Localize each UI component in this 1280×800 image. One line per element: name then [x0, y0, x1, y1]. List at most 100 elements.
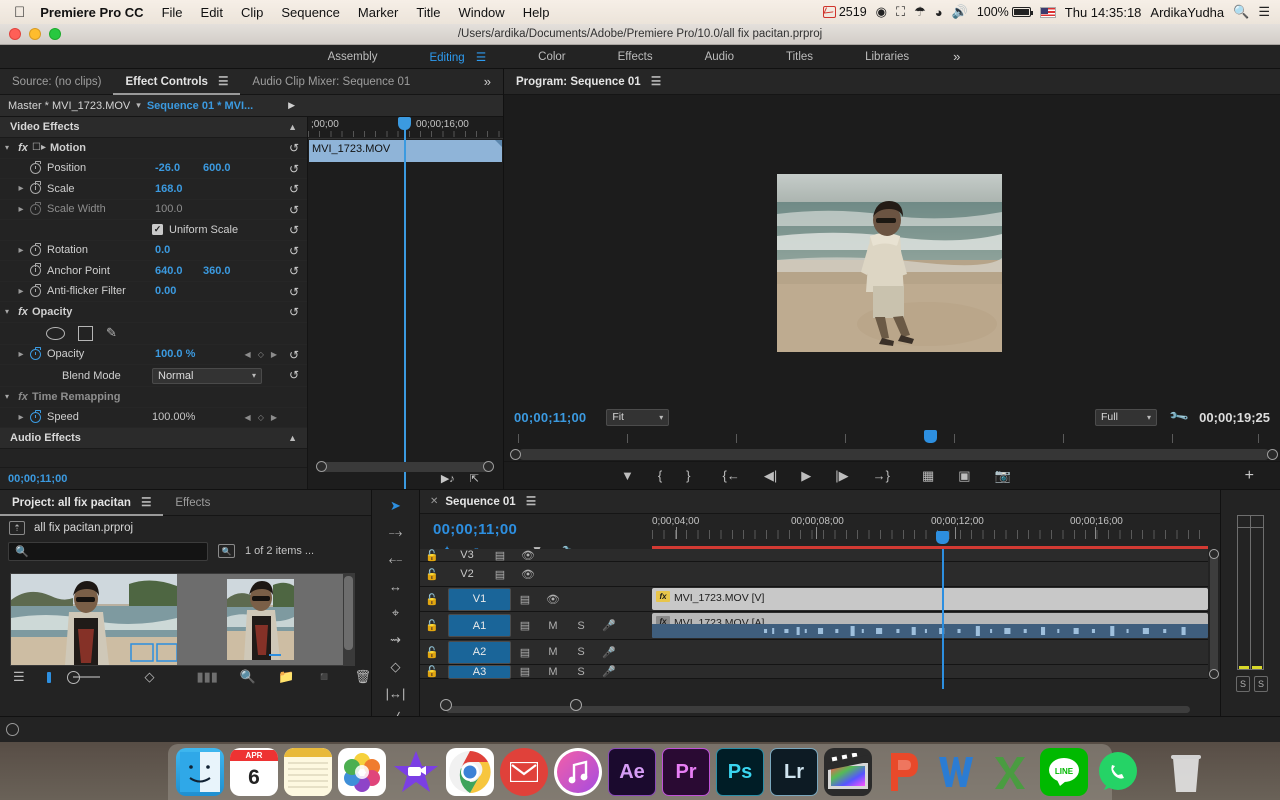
timeline-playhead[interactable]: [942, 549, 944, 689]
lock-icon[interactable]: 🔓: [420, 619, 444, 632]
position-value-y[interactable]: 600.0: [203, 162, 231, 174]
timeline-current-time[interactable]: 00;00;11;00: [420, 514, 652, 538]
us-flag-icon[interactable]: [1039, 6, 1056, 18]
loop-icon[interactable]: ⇱: [470, 472, 479, 485]
track-lane-V2[interactable]: [652, 562, 1208, 586]
ec-zoom-scrollbar[interactable]: [316, 461, 494, 472]
reset-icon[interactable]: ↺: [289, 162, 299, 176]
program-monitor-viewer[interactable]: 00;00;11;00 Fit ▾ Full ▾ 🔧 00;00;19;25: [504, 95, 1280, 430]
reset-icon[interactable]: ↺: [289, 285, 299, 299]
sequence-clip-label[interactable]: Sequence 01 * MVI...: [147, 100, 253, 112]
scrollbar-handle-top[interactable]: [1209, 549, 1219, 559]
clip-audio-1[interactable]: fx MVI_1723.MOV [A]: [652, 613, 1208, 638]
app-name-menu[interactable]: Premiere Pro CC: [38, 5, 152, 20]
track-name-A1[interactable]: A1: [448, 614, 511, 637]
track-V3[interactable]: 🔓 V3 ▤ 👁: [420, 549, 1208, 562]
eye-icon[interactable]: 👁: [514, 568, 542, 581]
dock-item-imovie[interactable]: [392, 748, 440, 796]
disclosure-icon[interactable]: ▾: [0, 143, 14, 152]
track-A2[interactable]: 🔓 A2 ▤ M S 🎤: [420, 640, 1208, 665]
dock-item-lightroom[interactable]: Lr: [770, 748, 818, 796]
dock-item-notes[interactable]: [284, 748, 332, 796]
dock-item-calendar[interactable]: APR 6: [230, 748, 278, 796]
effect-opacity[interactable]: ▾ fx Opacity ↺: [0, 302, 307, 323]
menu-marker[interactable]: Marker: [349, 5, 407, 20]
menu-help[interactable]: Help: [514, 5, 559, 20]
playback-resolution-select[interactable]: Full ▾: [1094, 408, 1157, 426]
lock-icon[interactable]: 🔓: [420, 549, 444, 562]
audio-effects-section-header[interactable]: Audio Effects ▲: [0, 428, 307, 449]
dock-item-trash[interactable]: [1162, 748, 1210, 796]
stopwatch-icon[interactable]: [30, 409, 41, 423]
ec-zoom-handle-right[interactable]: [483, 461, 494, 472]
slide-tool[interactable]: |↔|: [383, 686, 409, 701]
param-position[interactable]: Position -26.0 600.0 ↺: [0, 159, 307, 179]
anchor-point-value-x[interactable]: 640.0: [155, 265, 183, 277]
disclosure-icon[interactable]: ▾: [0, 392, 14, 401]
track-lane-V1[interactable]: fx MVI_1723.MOV [V]: [652, 587, 1208, 611]
dock-item-powerpoint[interactable]: [878, 748, 926, 796]
disclosure-icon[interactable]: ▸: [14, 286, 28, 297]
track-lane-V3[interactable]: [652, 549, 1208, 561]
tab-effects[interactable]: Effects: [163, 490, 222, 516]
param-anchor-point[interactable]: Anchor Point 640.0 360.0 ↺: [0, 261, 307, 282]
battery-status-item[interactable]: 100%: [977, 5, 1033, 19]
tab-audio-clip-mixer[interactable]: Audio Clip Mixer: Sequence 01: [240, 69, 422, 95]
param-speed[interactable]: ▸ Speed 100.00% ◀ ◇ ▶: [0, 408, 307, 428]
workspace-audio[interactable]: Audio: [679, 51, 760, 63]
stopwatch-icon[interactable]: [30, 242, 41, 256]
rate-stretch-tool[interactable]: ⇝: [383, 632, 409, 648]
workspace-titles[interactable]: Titles: [760, 51, 839, 63]
zoom-level-select[interactable]: Fit ▾: [606, 408, 670, 426]
reset-icon[interactable]: ↺: [289, 264, 299, 278]
track-name-A2[interactable]: A2: [448, 640, 511, 664]
ec-zoom-handle-left[interactable]: [316, 461, 327, 472]
blend-mode-select[interactable]: Normal ▾: [152, 367, 262, 384]
stopwatch-icon[interactable]: [30, 160, 41, 174]
disclosure-icon[interactable]: ▸: [14, 412, 28, 423]
workspace-menu-icon[interactable]: ☰: [476, 50, 486, 64]
opacity-value[interactable]: 100.0 %: [155, 348, 195, 360]
project-grid-scrollbar[interactable]: [343, 574, 354, 665]
disclosure-icon[interactable]: ▸: [14, 183, 28, 194]
apple-icon[interactable]: : [0, 5, 38, 20]
solo-track-icon[interactable]: S: [567, 666, 595, 678]
param-blend-mode[interactable]: Blend Mode Normal ▾ ↺: [0, 365, 307, 387]
stopwatch-icon[interactable]: [30, 201, 41, 215]
pen-mask-icon[interactable]: ✎: [106, 325, 117, 341]
find-icon[interactable]: 🔍: [240, 669, 256, 685]
scrollbar-handle-right[interactable]: [570, 699, 582, 711]
new-bin-icon[interactable]: 📁: [278, 669, 294, 685]
reset-icon[interactable]: ↺: [289, 305, 299, 319]
scale-value[interactable]: 168.0: [155, 183, 183, 195]
delete-icon[interactable]: 🗑: [354, 669, 371, 685]
menu-sequence[interactable]: Sequence: [272, 5, 349, 20]
timeline-playhead-knob[interactable]: [936, 531, 949, 544]
eye-icon[interactable]: 👁: [514, 549, 542, 562]
track-name-V3[interactable]: V3: [448, 549, 486, 562]
lock-icon[interactable]: 🔓: [420, 665, 444, 678]
track-V2[interactable]: 🔓 V2 ▤ 👁: [420, 562, 1208, 587]
menu-title[interactable]: Title: [407, 5, 449, 20]
param-scale-width[interactable]: ▸ Scale Width 100.0 ↺: [0, 200, 307, 220]
dock-item-photos[interactable]: [338, 748, 386, 796]
scrollbar-handle-left[interactable]: [440, 699, 452, 711]
dock-item-after-effects[interactable]: Ae: [608, 748, 656, 796]
automate-to-sequence-icon[interactable]: ▮▮▮: [196, 669, 217, 685]
disclosure-icon[interactable]: ▾: [0, 307, 14, 316]
eye-icon[interactable]: 👁: [539, 593, 567, 606]
target-track-icon[interactable]: ▤: [511, 646, 539, 659]
rectangle-mask-icon[interactable]: [78, 325, 93, 341]
dock-item-finder[interactable]: [176, 748, 224, 796]
workspace-overflow-icon[interactable]: »: [935, 49, 978, 64]
ripple-edit-tool[interactable]: ↔: [383, 579, 409, 594]
program-current-time[interactable]: 00;00;11;00: [514, 410, 586, 425]
previous-keyframe-icon[interactable]: ◀: [245, 350, 251, 359]
panel-menu-icon[interactable]: ☰: [651, 76, 661, 88]
tab-source[interactable]: Source: (no clips): [0, 69, 113, 95]
scrollbar-thumb[interactable]: [344, 576, 353, 650]
target-track-icon[interactable]: ▤: [486, 549, 514, 562]
program-zoom-handle-right[interactable]: [1267, 449, 1278, 460]
track-name-V1[interactable]: V1: [448, 587, 511, 611]
mute-track-icon[interactable]: M: [539, 666, 567, 678]
